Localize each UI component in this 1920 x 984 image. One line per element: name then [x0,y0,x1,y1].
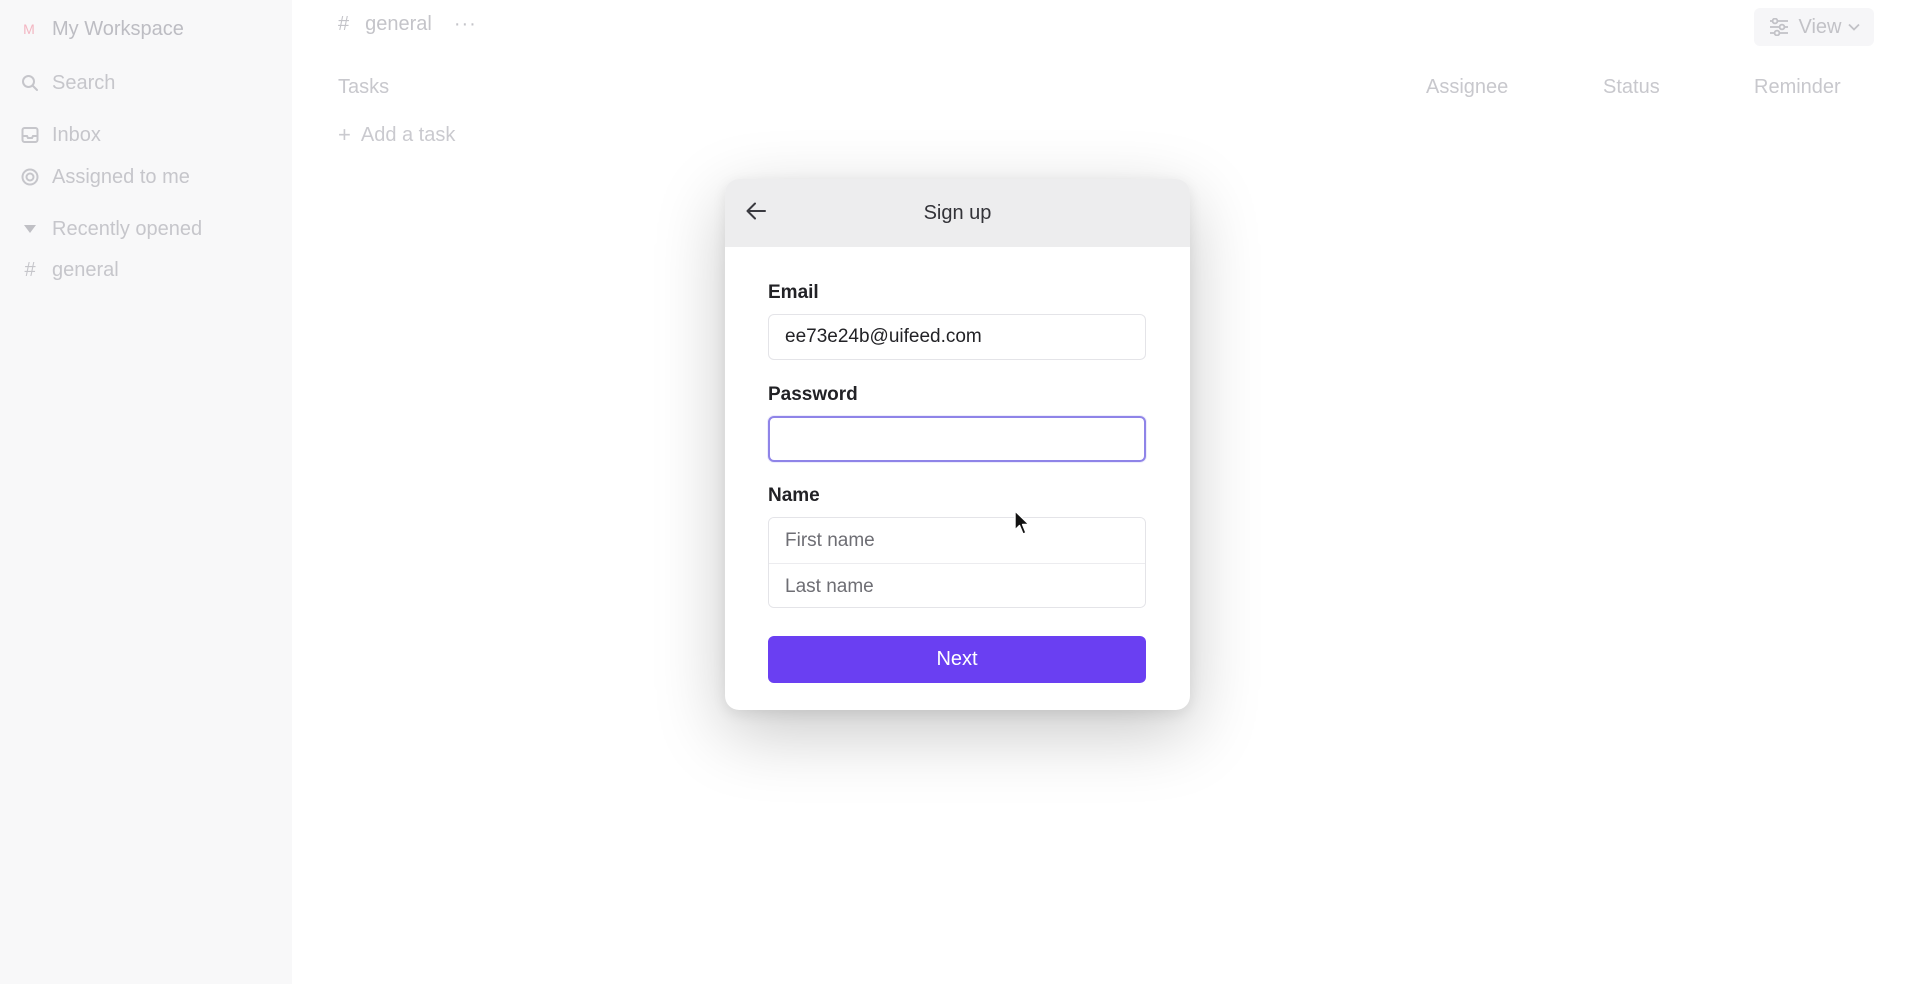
sidebar: M My Workspace Search Inbox Assigned to … [0,0,292,984]
sidebar-item-general[interactable]: # general [20,256,119,284]
add-task-label: Add a task [360,123,456,146]
arrow-left-icon [746,202,766,225]
view-button[interactable]: View [1754,8,1874,46]
workspace-avatar: M [23,21,35,37]
caret-down-icon [20,219,40,239]
column-header-assignee[interactable]: Assignee [1426,76,1508,102]
first-name-field[interactable] [769,518,1145,563]
sidebar-item-label: Assigned to me [52,165,190,188]
dialog-title: Sign up [923,201,992,224]
inbox-icon [20,125,40,145]
name-label: Name [768,485,820,506]
password-field[interactable] [768,416,1146,462]
sidebar-item-label: Search [52,71,116,94]
sidebar-item-label: Inbox [52,123,101,146]
sidebar-item-label: general [52,258,119,281]
sliders-icon [1769,18,1789,36]
more-options-button[interactable]: ··· [454,13,477,36]
column-header-tasks: Tasks [338,76,390,98]
dialog-header: Sign up [725,179,1190,247]
name-fields [768,517,1146,608]
search-icon [20,73,40,93]
channel-title: general [365,12,432,35]
password-label: Password [768,384,858,405]
plus-icon: + [338,122,351,147]
sidebar-item-assigned[interactable]: Assigned to me [20,163,190,191]
next-button[interactable]: Next [768,636,1146,683]
column-header-reminder[interactable]: Reminder [1754,76,1841,102]
workspace-name: My Workspace [52,17,184,40]
signup-dialog: Sign up Email Password Name Next [725,179,1190,710]
channel-header: # general ··· [338,10,477,38]
sidebar-section-recently-opened[interactable]: Recently opened [20,215,202,243]
add-task-button[interactable]: + Add a task [338,121,455,149]
email-field[interactable] [768,314,1146,360]
sidebar-item-search[interactable]: Search [20,69,115,97]
target-icon [20,167,40,187]
sidebar-section-label: Recently opened [52,217,203,240]
sidebar-item-inbox[interactable]: Inbox [20,121,101,149]
last-name-field[interactable] [769,564,1145,607]
email-label: Email [768,282,819,303]
chevron-down-icon [1847,23,1860,31]
hash-icon: # [24,258,36,281]
workspace-switcher[interactable]: M My Workspace [20,15,184,43]
mouse-cursor-icon [1014,510,1030,535]
hash-icon: # [338,12,350,35]
column-header-status[interactable]: Status [1603,76,1660,102]
view-button-label: View [1798,15,1842,38]
back-button[interactable] [742,199,770,227]
